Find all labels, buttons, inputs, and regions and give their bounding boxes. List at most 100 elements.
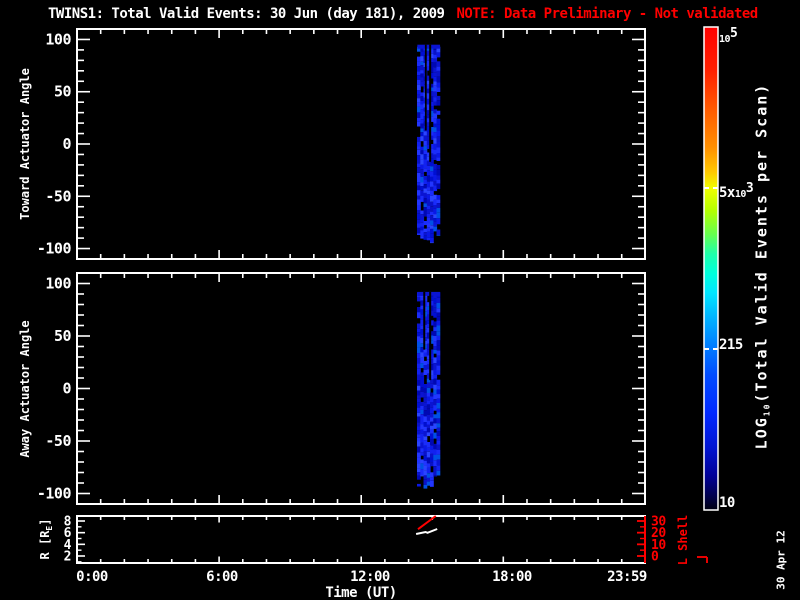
band-cell (417, 159, 421, 164)
band-cell (417, 84, 421, 91)
band-cell (430, 472, 434, 478)
band-cell (436, 147, 441, 153)
band-cell (417, 121, 421, 127)
band-cell (430, 477, 434, 481)
band-cell (417, 223, 421, 228)
band-cell (436, 297, 441, 303)
angle-tick-label: 100 (45, 275, 71, 293)
band-cell (430, 453, 434, 458)
band-cell (430, 417, 434, 422)
band-cell (417, 441, 421, 447)
band-cell (423, 159, 428, 165)
band-cell (417, 94, 421, 99)
angle-tick-label: 50 (54, 327, 72, 345)
band-cell (417, 163, 421, 168)
band-cell (423, 406, 428, 411)
band-cell (423, 465, 428, 471)
band-cell (436, 454, 441, 460)
band-cell (436, 66, 441, 71)
band-cell (430, 421, 434, 426)
band-cell (423, 145, 428, 151)
panel-frame-1 (76, 28, 646, 260)
band-cell (430, 480, 434, 487)
band-cell (423, 193, 428, 199)
band-cell (436, 389, 441, 395)
band-cell (423, 179, 428, 185)
band-cell (417, 227, 421, 234)
colorbar-tick-label-10: 10 (719, 495, 735, 511)
band-cell (436, 408, 441, 413)
band-cell (423, 176, 428, 180)
band-cell (417, 112, 421, 118)
band-cell (423, 484, 428, 489)
band-cell (417, 332, 421, 337)
band-gap (429, 291, 432, 381)
angle-tick-label: 0 (62, 135, 71, 153)
band-cell (426, 387, 431, 393)
band-cell (423, 164, 428, 169)
band-cell (436, 110, 441, 115)
band-cell (436, 355, 441, 361)
band-cell (430, 190, 434, 196)
band-cell (417, 416, 421, 423)
band-cell (417, 452, 421, 458)
band-cell (417, 412, 421, 417)
band-cell (417, 155, 421, 160)
chart-svg: 100500-50-100100500-50-100864230201000:0… (37, 26, 719, 585)
band-cell (430, 166, 434, 172)
band-cell (430, 439, 434, 446)
colorbar-tick-dash (713, 348, 718, 350)
band-cell (423, 475, 428, 480)
band-cell (436, 165, 441, 170)
band-cell (417, 75, 421, 80)
colorbar-tick-base: 10 (734, 189, 747, 200)
colorbar-tick-label-1e5: 105 (719, 26, 738, 46)
band-cell (423, 422, 428, 427)
band-cell (417, 167, 421, 173)
band-cell (430, 225, 434, 229)
band-cell (417, 347, 421, 354)
band-cell (436, 76, 441, 83)
lshell-line (417, 515, 437, 531)
band-cell (417, 336, 421, 342)
band-cell (423, 135, 428, 141)
band-cell (417, 483, 421, 487)
band-cell (417, 66, 421, 72)
band-top-strip (417, 291, 441, 296)
band-cell (436, 459, 441, 466)
band-cell (436, 470, 441, 476)
time-tick-label: 23:59 (607, 569, 647, 585)
band-cell (417, 56, 421, 62)
colorbar (703, 26, 719, 511)
band-cell (436, 340, 441, 346)
band-cell (417, 205, 421, 210)
band-cell (436, 179, 441, 184)
band-cell (436, 207, 441, 213)
band-cell (417, 195, 421, 200)
band-cell (417, 182, 421, 186)
band-cell (417, 323, 421, 329)
band-cell (417, 219, 421, 224)
band-cell (430, 392, 434, 397)
band-cell (430, 407, 434, 414)
band-cell (423, 445, 428, 451)
angle-tick-label: -50 (45, 187, 71, 205)
band-cell (436, 379, 441, 386)
band-cell (430, 449, 434, 454)
band-cell (436, 235, 441, 236)
band-cell (417, 307, 421, 313)
band-cell (430, 162, 434, 167)
band-cell (423, 168, 428, 172)
band-cell (430, 186, 434, 191)
band-cell (423, 360, 428, 365)
band-cell (417, 213, 421, 220)
band-cell (417, 463, 421, 469)
band-cell (436, 70, 441, 77)
band-cell (436, 418, 441, 424)
band-cell (417, 402, 421, 408)
colorbar-tick-exponent: 3 (745, 181, 754, 196)
band-cell (417, 468, 421, 473)
band-cell (430, 457, 434, 463)
band-cell (423, 235, 428, 240)
colorbar-tick-base: 10 (719, 34, 731, 45)
